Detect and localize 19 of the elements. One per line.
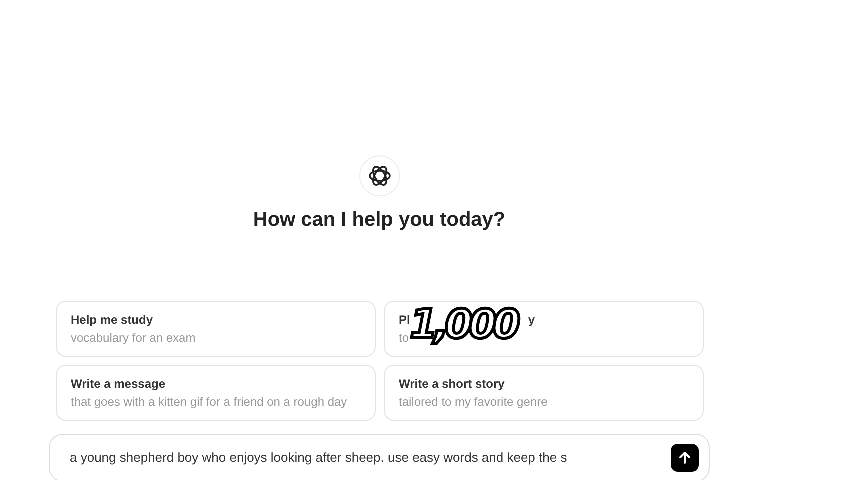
arrow-up-icon [677, 450, 693, 466]
card-subtitle: that goes with a kitten gif for a friend on a rough day [71, 395, 348, 410]
counter-overlay: 1,000 [410, 301, 517, 350]
heading: How can I help you today? [253, 208, 506, 233]
card-title: Pl [399, 313, 410, 327]
suggestion-card[interactable]: Write a message that goes with a kitten gif for a friend on a rough day [56, 365, 376, 421]
card-subtitle: to [399, 331, 410, 346]
send-button[interactable] [671, 444, 699, 472]
card-title: Write a short story [399, 377, 505, 392]
card-subtitle: tailored to my favorite genre [399, 395, 548, 410]
logo-icon [358, 155, 400, 197]
card-title: Help me study [71, 313, 154, 328]
card-title: y [528, 313, 536, 328]
card-title: Write a message [71, 377, 166, 392]
message-text: a young shepherd boy who enjoys looking after sheep. use easy words and keep the s [70, 449, 568, 467]
suggestion-card[interactable]: Write a short story tailored to my favorite genre [384, 365, 704, 421]
suggestion-card[interactable]: Help me study vocabulary for an exam [56, 301, 376, 357]
message-field[interactable]: a young shepherd boy who enjoys looking after sheep. use easy words and keep the s [49, 434, 710, 480]
card-subtitle: vocabulary for an exam [71, 331, 196, 346]
